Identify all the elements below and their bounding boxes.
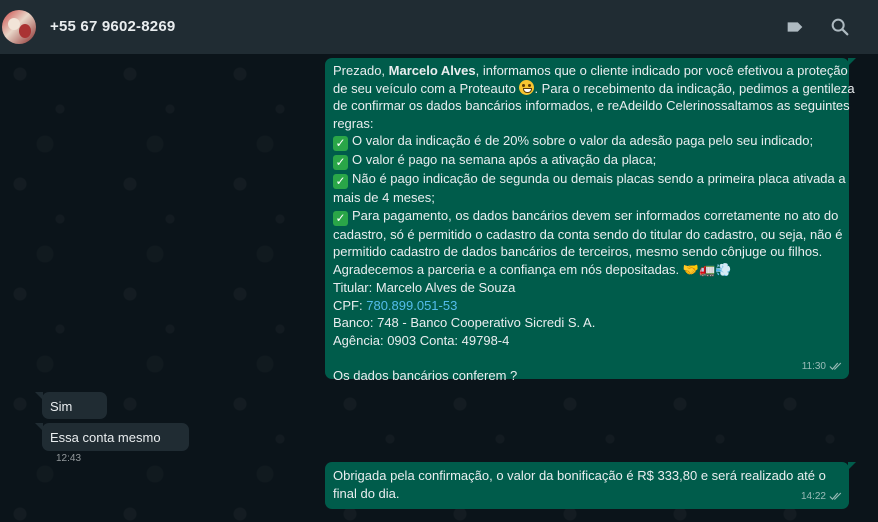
incoming-message[interactable]: Sim11:45 [35,392,107,433]
rule-item: ✓ Para pagamento, os dados bancários deve… [333,207,841,226]
message-line: Banco: 748 - Banco Cooperativo Sicredi S… [333,315,596,330]
double-check-icon [829,362,842,370]
message-line: final do dia. [333,485,400,501]
check-mark-icon: ✓ [333,155,348,170]
rule-item: ✓ Não é pago indicação de segunda ou dema… [333,170,846,189]
message-line: Obrigada pela confirmação, o valor da bo… [333,468,826,483]
message-meta: 14:22 [801,488,843,506]
search-icon[interactable] [829,16,851,38]
rule-item: ✓ O valor da indicação é de 20% sobre o v… [333,132,841,151]
avatar[interactable] [2,10,36,44]
outgoing-message[interactable]: Obrigada pela confirmação, o valor da bo… [325,462,856,509]
message-line: Agência: 0903 Conta: 49798-4 [333,332,510,348]
message-line: Agradecemos a parceria e a confiança em … [333,261,732,278]
chat-header: +55 67 9602-8269 [0,0,878,54]
message-line: de seu veículo com a Proteauto . Para o … [333,79,855,96]
message-time: 11:30 [801,360,826,372]
message-line: CPF: 780.899.051-53 [333,297,458,313]
message-line: Prezado, Marcelo Alves, informamos que o… [333,63,848,78]
message-text: Essa conta mesmo [50,430,161,445]
double-check-icon [829,492,842,500]
message-line: mais de 4 meses; [333,190,435,205]
handshake-truck-emoji-icon: 🤝🚛💨 [682,262,732,278]
message-line: permitido cadastro de dados bancários de… [333,244,823,259]
tag-icon[interactable] [784,16,806,38]
message-line: Os dados bancários conferem ? [333,367,518,383]
message-text: Sim [50,399,73,414]
chat-area[interactable]: Prezado, Marcelo Alves, informamos que o… [0,54,878,522]
message-time: 12:43 [56,453,82,464]
message-line: de confirmar os dados bancários informad… [333,98,850,113]
rule-item: ✓ O valor é pago na semana após a ativaçã… [333,151,841,170]
cpf-link[interactable]: 780.899.051-53 [366,298,457,313]
message-line: regras: [333,115,374,131]
message-line: cadastro, só é permitido o cadastro da c… [333,226,843,242]
contact-name[interactable]: +55 67 9602-8269 [50,18,175,35]
outgoing-message[interactable]: Prezado, Marcelo Alves, informamos que o… [325,58,856,383]
check-mark-icon: ✓ [333,136,348,151]
check-mark-icon: ✓ [333,174,348,189]
check-mark-icon: ✓ [333,210,348,226]
message-meta: 11:30 [802,358,843,376]
incoming-message[interactable]: Essa conta mesmo 12:43 [35,423,189,464]
message-line: Titular: Marcelo Alves de Souza [333,280,516,295]
message-time: 14:22 [800,490,826,502]
grinning-emoji-icon [519,79,535,95]
